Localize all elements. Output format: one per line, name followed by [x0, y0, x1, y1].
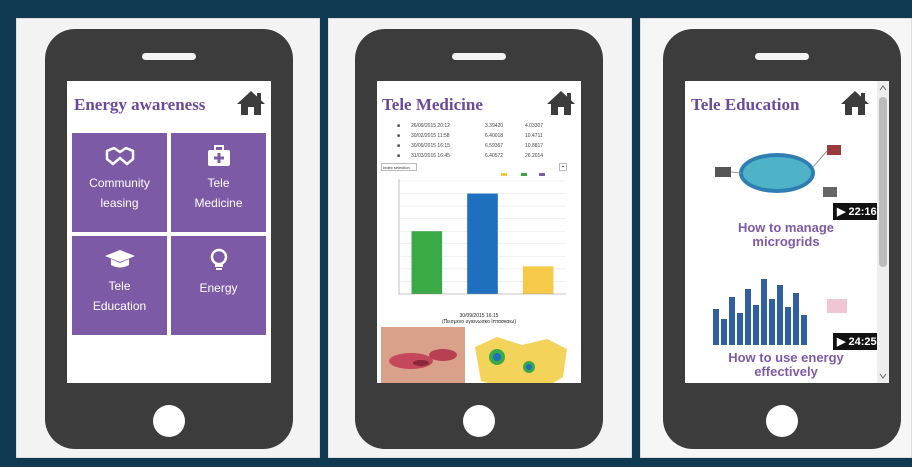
tile-label: Energy [199, 281, 238, 295]
home-icon[interactable] [545, 89, 577, 117]
tile-energy[interactable]: Energy [171, 236, 266, 335]
medical-kit-icon [207, 145, 230, 166]
screen-title: Tele Education [691, 95, 800, 114]
scrollbar[interactable] [877, 81, 889, 383]
table-cell: 30/02/2015 11:58 [411, 133, 450, 139]
phone-speaker [755, 53, 809, 60]
table-cell: 30/09/2015 16:15 [411, 143, 450, 149]
table-cell: 6.40572 [485, 153, 504, 159]
phone-mockup: Tele Medicine ■ 26/09/2015 20:12 3.39420… [355, 29, 603, 449]
table-cell: 31/03/2015 16:45 [411, 153, 450, 159]
table-row: ■ 31/03/2015 16:45 6.40572 26.2014 [397, 153, 544, 159]
legend-swatch [521, 173, 527, 176]
tele-education-panel: Tele Education ▶ 22:16 How to manage mic… [640, 18, 912, 458]
table-row: ■ 30/09/2015 16:15 6.59367 10.8817 [397, 143, 544, 149]
tile-label: Medicine [194, 196, 243, 210]
video-title-line: How to use energy [728, 350, 844, 365]
tile-community-leasing[interactable]: Community leasing [72, 133, 167, 232]
heat-map-image [467, 327, 577, 383]
legend-swatch [501, 173, 507, 176]
home-icon[interactable] [839, 89, 871, 117]
handshake-icon [105, 146, 134, 166]
home-icon[interactable] [235, 89, 267, 117]
video-title-line: effectively [754, 364, 818, 379]
graduation-cap-icon [104, 250, 135, 268]
tile-tele-education[interactable]: Tele Education [72, 236, 167, 335]
phone-home-button [153, 405, 185, 437]
phone-speaker [142, 53, 196, 60]
legend-swatch [539, 173, 545, 176]
video-title-line: microgrids [752, 234, 820, 249]
table-row: ■ 30/02/2015 11:58 6.40018 10.4711 [397, 133, 543, 139]
chart-bar [467, 193, 498, 294]
phone-screen: Tele Medicine ■ 26/09/2015 20:12 3.39420… [377, 81, 581, 383]
tile-label: leasing [100, 196, 139, 210]
video-duration: ▶ 22:16 [833, 203, 881, 220]
tile-label: Community [89, 176, 150, 190]
scroll-up-icon[interactable] [879, 84, 887, 92]
scroll-down-icon[interactable] [879, 372, 887, 380]
video-title-line: How to manage [737, 220, 835, 235]
phone-home-button [766, 405, 798, 437]
video-duration: ▶ 24:25 [833, 333, 881, 350]
lightbulb-icon [210, 248, 227, 270]
table-cell: 3.39420 [485, 123, 504, 129]
skin-lesion-photo [381, 327, 465, 383]
tile-label: Tele [207, 176, 230, 190]
phone-screen: Tele Education ▶ 22:16 How to manage mic… [685, 81, 889, 383]
table-cell: 26/09/2015 20:12 [411, 123, 450, 129]
tile-label: Tele [108, 279, 131, 293]
tile-tele-medicine[interactable]: Tele Medicine [171, 133, 266, 232]
table-cell: 4.03307 [525, 123, 544, 129]
phone-screen: Energy awareness Community leasing Tele … [67, 81, 271, 383]
tile-label: Education [92, 299, 147, 313]
tele-medicine-panel: Tele Medicine ■ 26/09/2015 20:12 3.39420… [328, 18, 632, 458]
bar-chart [398, 173, 566, 295]
video-title[interactable]: How to manage microgrids [691, 221, 881, 249]
phone-mockup: Energy awareness Community leasing Tele … [45, 29, 293, 449]
screen-title: Tele Medicine [382, 95, 483, 114]
phone-mockup: Tele Education ▶ 22:16 How to manage mic… [663, 29, 901, 449]
table-cell: 6.40018 [485, 133, 504, 139]
phone-speaker [452, 53, 506, 60]
chart-bar [411, 231, 443, 294]
scrollbar-thumb[interactable] [879, 97, 887, 267]
table-cell: 10.8817 [525, 143, 544, 149]
table-cell: 6.59367 [485, 143, 504, 149]
screen-title: Energy awareness [74, 95, 206, 114]
table-cell: 10.4711 [525, 133, 543, 139]
phone-home-button [463, 405, 495, 437]
menu-tiles: Community leasing Tele Medicine Tele Edu… [72, 133, 266, 335]
energy-awareness-panel: Energy awareness Community leasing Tele … [16, 18, 320, 458]
video-title[interactable]: How to use energy effectively [691, 351, 881, 379]
table-row: ■ 26/09/2015 20:12 3.39420 4.03307 [397, 123, 544, 129]
table-cell: 26.2014 [525, 153, 544, 159]
chart-caption: (Πιεσμενο υγιεινωσκο Ιπτασκαιω) [442, 319, 516, 325]
chart-bar [522, 266, 554, 294]
